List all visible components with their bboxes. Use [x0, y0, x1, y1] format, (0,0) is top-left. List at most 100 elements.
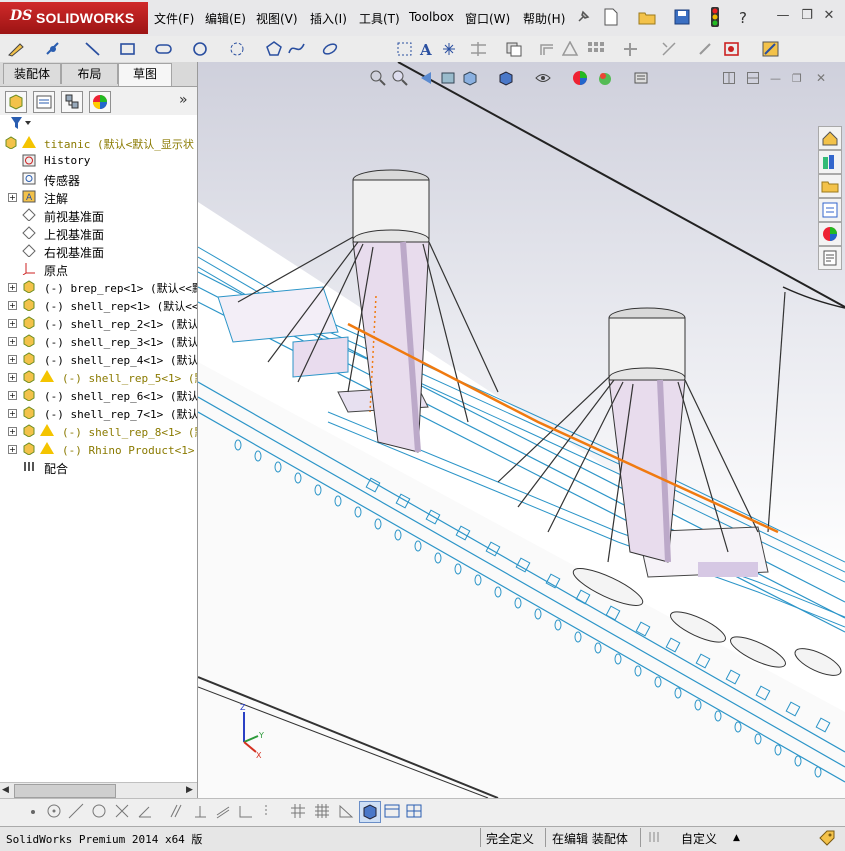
- display-style-icon[interactable]: [498, 70, 514, 86]
- perimeter-circle-icon[interactable]: [91, 803, 107, 819]
- tree-item[interactable]: + (-) shell_rep<1> (默认<<默: [0, 296, 197, 314]
- expand-toggle-icon[interactable]: +: [8, 319, 17, 328]
- units-dropdown-arrow-icon[interactable]: ▲: [733, 833, 740, 843]
- appearances-scenes-icon[interactable]: [818, 222, 842, 246]
- panel-expand-chevron-icon[interactable]: »: [179, 92, 188, 108]
- menu-tools[interactable]: 工具(T): [359, 10, 400, 27]
- arc-icon[interactable]: [229, 41, 246, 57]
- polygon-icon[interactable]: [266, 41, 283, 57]
- center-point-icon[interactable]: [46, 803, 62, 819]
- solidworks-logo[interactable]: DS SOLIDWORKS: [0, 2, 148, 34]
- menu-edit[interactable]: 编辑(E): [205, 10, 246, 27]
- display-relations-icon[interactable]: [661, 41, 678, 57]
- minimize-icon[interactable]: —: [776, 9, 790, 23]
- point-icon[interactable]: [441, 41, 458, 57]
- section-view-icon[interactable]: [440, 70, 456, 86]
- repair-sketch-icon[interactable]: [697, 41, 714, 57]
- expand-toggle-icon[interactable]: +: [8, 373, 17, 382]
- angle-snap-icon[interactable]: [338, 803, 354, 819]
- relation-perpendicular-icon[interactable]: [192, 803, 208, 819]
- menu-file[interactable]: 文件(F): [154, 10, 194, 27]
- viewport-minimize-icon[interactable]: —: [770, 72, 782, 85]
- tree-item[interactable]: 上视基准面: [0, 224, 197, 242]
- viewport-split-horizontal-icon[interactable]: [747, 72, 759, 84]
- tree-item[interactable]: + (-) shell_rep_3<1> (默认<: [0, 332, 197, 350]
- layout-table-icon[interactable]: [406, 803, 422, 819]
- expand-toggle-icon[interactable]: +: [8, 301, 17, 310]
- units-selector[interactable]: 自定义: [681, 830, 717, 847]
- tree-item[interactable]: 传感器: [0, 170, 197, 188]
- point-tool-icon[interactable]: [28, 806, 38, 816]
- menu-view[interactable]: 视图(V): [256, 10, 298, 27]
- view-orientation-icon[interactable]: [462, 70, 478, 86]
- tree-item[interactable]: + (-) shell_rep_8<1> (默认: [0, 422, 197, 440]
- tree-item[interactable]: + (-) shell_rep_7<1> (默认<: [0, 404, 197, 422]
- linear-pattern-icon[interactable]: [587, 41, 604, 57]
- move-entities-icon[interactable]: [622, 41, 639, 57]
- menu-toolbox[interactable]: Toolbox: [409, 10, 454, 24]
- scroll-thumb[interactable]: [14, 784, 116, 798]
- sketch-picture-icon[interactable]: [384, 803, 400, 819]
- expand-toggle-icon[interactable]: +: [8, 355, 17, 364]
- new-document-icon[interactable]: [602, 8, 620, 26]
- filter-icon[interactable]: [10, 116, 32, 130]
- save-icon[interactable]: [673, 8, 691, 26]
- configuration-manager-icon[interactable]: [61, 91, 83, 113]
- rapid-sketch-icon[interactable]: [762, 41, 779, 57]
- design-library-icon[interactable]: [818, 150, 842, 174]
- convert-entities-icon[interactable]: [505, 41, 522, 57]
- slot-icon[interactable]: [155, 41, 172, 57]
- expand-toggle-icon[interactable]: +: [8, 409, 17, 418]
- tree-item[interactable]: + (-) shell_rep_4<1> (默认<: [0, 350, 197, 368]
- file-explorer-icon[interactable]: [818, 174, 842, 198]
- spline-icon[interactable]: [288, 41, 305, 57]
- tangent-line-icon[interactable]: [68, 803, 84, 819]
- grid-toggle-icon[interactable]: [314, 803, 330, 819]
- tree-root-titanic[interactable]: titanic (默认<默认_显示状: [0, 134, 197, 152]
- appearance-manager-icon[interactable]: [89, 91, 111, 113]
- tab-sketch[interactable]: 草图: [118, 63, 172, 86]
- quick-snaps-icon[interactable]: [723, 41, 740, 57]
- tree-item[interactable]: + (-) shell_rep_6<1> (默认<: [0, 386, 197, 404]
- tree-item[interactable]: + (-) Rhino Product<1> (默: [0, 440, 197, 458]
- zoom-to-fit-icon[interactable]: [370, 70, 386, 86]
- scroll-left-arrow-icon[interactable]: ◀: [2, 785, 9, 795]
- close-icon[interactable]: ✕: [822, 9, 836, 23]
- apply-scene-icon[interactable]: [597, 70, 613, 86]
- feature-manager-icon[interactable]: [5, 91, 27, 113]
- open-folder-icon[interactable]: [638, 8, 656, 26]
- graphics-viewport[interactable]: Z Y X: [198, 62, 845, 798]
- menu-window[interactable]: 窗口(W): [465, 10, 510, 27]
- tree-item[interactable]: 前视基准面: [0, 206, 197, 224]
- viewport-restore-icon[interactable]: ❐: [792, 72, 804, 85]
- tree-item[interactable]: History: [0, 152, 197, 170]
- view-palette-icon[interactable]: [818, 198, 842, 222]
- tree-item[interactable]: + (-) brep_rep<1> (默认<<默: [0, 278, 197, 296]
- expand-toggle-icon[interactable]: +: [8, 337, 17, 346]
- tab-layout[interactable]: 布局: [61, 63, 118, 84]
- scroll-right-arrow-icon[interactable]: ▶: [186, 785, 193, 795]
- mirror-icon[interactable]: [396, 41, 413, 57]
- tag-icon[interactable]: [818, 829, 836, 847]
- property-manager-icon[interactable]: [33, 91, 55, 113]
- tree-item[interactable]: 配合: [0, 458, 197, 476]
- tree-item[interactable]: + (-) shell_rep_2<1> (默认<: [0, 314, 197, 332]
- previous-view-icon[interactable]: [418, 70, 434, 86]
- menu-help[interactable]: 帮助(H): [523, 10, 565, 27]
- relation-parallel-icon[interactable]: [168, 803, 184, 819]
- viewport-split-icon[interactable]: [723, 72, 735, 84]
- restore-icon[interactable]: ❐: [800, 9, 814, 23]
- smart-dimension-icon[interactable]: [45, 41, 62, 57]
- view-settings-icon[interactable]: [633, 70, 649, 86]
- relation-vertical-icon[interactable]: [262, 803, 278, 819]
- zoom-area-icon[interactable]: [392, 70, 408, 86]
- custom-properties-icon[interactable]: [818, 246, 842, 270]
- help-question-icon[interactable]: ?: [739, 9, 753, 27]
- viewport-close-icon[interactable]: ✕: [816, 71, 828, 85]
- shaded-sketch-icon[interactable]: [359, 801, 381, 823]
- relation-coincident-icon[interactable]: [215, 803, 231, 819]
- expand-toggle-icon[interactable]: +: [8, 445, 17, 454]
- expand-toggle-icon[interactable]: +: [8, 283, 17, 292]
- rectangle-icon[interactable]: [119, 41, 136, 57]
- menu-insert[interactable]: 插入(I): [310, 10, 347, 27]
